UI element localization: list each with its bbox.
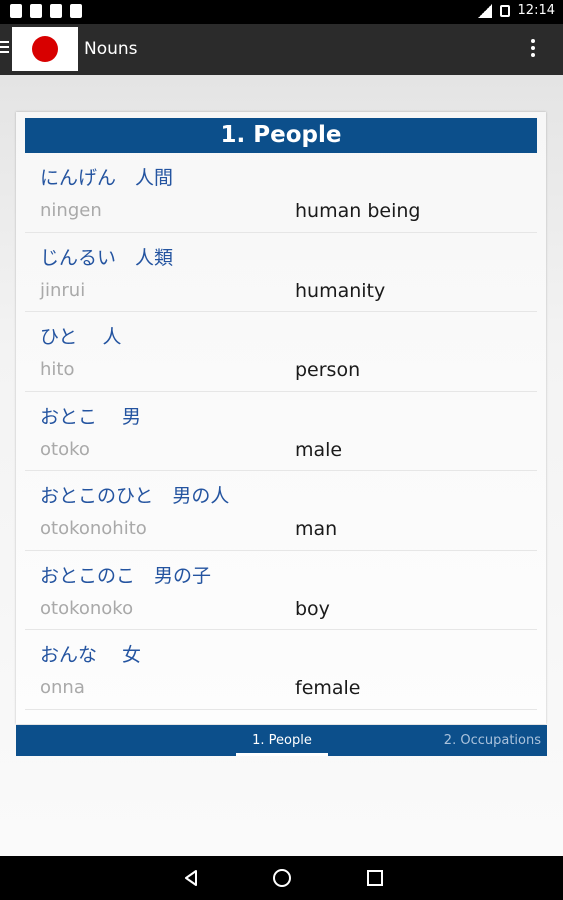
english-text: person [295, 359, 361, 381]
list-item[interactable]: おとこ 男 otoko male [25, 392, 537, 471]
romaji-text: jinrui [40, 279, 86, 301]
romaji-text: onna [40, 677, 85, 698]
home-icon[interactable] [273, 869, 291, 887]
english-text: male [295, 438, 343, 461]
hamburger-icon[interactable] [0, 41, 9, 55]
app-logo[interactable] [12, 27, 78, 71]
english-text: human being [295, 200, 421, 222]
romaji-text: otokonoko [40, 597, 134, 619]
kana-text: おんな 女 [40, 644, 142, 666]
navigation-bar [0, 856, 563, 900]
list-item[interactable]: にんげん 人間 ningen human being [25, 153, 537, 233]
tab-people[interactable]: 1. People [236, 725, 328, 756]
list-item[interactable]: おとこのこ 男の子 otokonoko boy [25, 551, 537, 630]
english-text: female [295, 677, 361, 699]
list-item[interactable]: じんるい 人類 jinrui humanity [25, 233, 537, 312]
sd-card-icon [30, 4, 42, 18]
photo-icon [70, 4, 82, 18]
back-icon[interactable] [183, 870, 199, 886]
list-item[interactable]: おんな 女 onna female [25, 630, 537, 710]
tab-strip: 1. People 2. Occupations [16, 725, 547, 756]
section-title: 1. People [25, 118, 537, 153]
signal-icon [477, 3, 492, 18]
kana-text: ひと 人 [40, 326, 122, 348]
romaji-text: ningen [40, 200, 102, 221]
list-item[interactable]: おとこのひと 男の人 otokonohito man [25, 471, 537, 551]
vocabulary-list[interactable]: にんげん 人間 ningen human being じんるい 人類 jinru… [25, 153, 537, 710]
tab-label: 1. People [252, 733, 312, 748]
more-vertical-icon[interactable] [531, 39, 535, 60]
android-icon [50, 4, 62, 18]
english-text: boy [295, 597, 330, 620]
romaji-text: otokonohito [40, 518, 147, 539]
status-bar: 12:14 [0, 0, 563, 24]
kana-text: じんるい 人類 [40, 246, 174, 269]
tab-occupations[interactable]: 2. Occupations [444, 725, 541, 756]
japan-flag-logo-icon [32, 36, 58, 62]
kana-text: おとこのこ 男の子 [40, 564, 212, 587]
tab-indicator [236, 753, 328, 756]
action-bar: Nouns [0, 24, 563, 75]
english-text: humanity [295, 279, 386, 302]
vocabulary-card: 1. People にんげん 人間 ningen human being じんる… [16, 112, 546, 724]
romaji-text: hito [40, 359, 75, 380]
kana-text: おとこ 男 [40, 405, 142, 428]
english-text: man [295, 518, 338, 540]
content-area: 1. People にんげん 人間 ningen human being じんる… [0, 75, 563, 856]
battery-icon [499, 4, 510, 17]
kana-text: おとこのひと 男の人 [40, 485, 230, 507]
download-icon [10, 4, 22, 18]
status-time: 12:14 [517, 3, 555, 18]
page-title: Nouns [84, 39, 138, 59]
list-item[interactable]: ひと 人 hito person [25, 312, 537, 392]
kana-text: にんげん 人間 [40, 167, 174, 189]
romaji-text: otoko [40, 438, 90, 460]
recent-apps-icon[interactable] [367, 870, 383, 886]
